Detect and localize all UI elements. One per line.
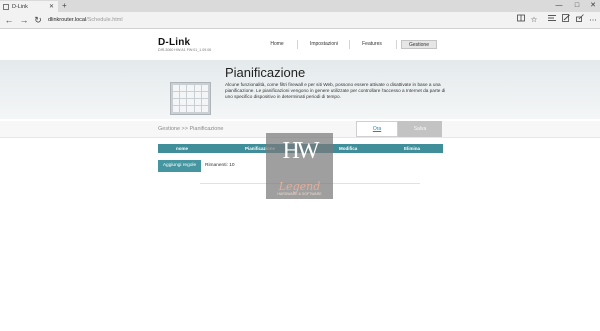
- dlink-logo: D-Link: [158, 37, 191, 48]
- nav-divider: [396, 40, 397, 49]
- browser-tab-bar: [0, 0, 600, 12]
- page-description: Alcune funzionalità, come filtri firewal…: [225, 82, 446, 99]
- tab-title: D-Link: [12, 3, 28, 10]
- salva-button[interactable]: Salva: [398, 121, 442, 137]
- nav-impostazioni[interactable]: Impostazioni: [304, 40, 344, 49]
- reading-view-icon[interactable]: [514, 12, 528, 28]
- page-icon: [3, 3, 9, 10]
- nav-divider: [297, 40, 298, 49]
- maximize-button[interactable]: □: [570, 0, 584, 12]
- refresh-button[interactable]: ↻: [31, 12, 45, 28]
- ora-button[interactable]: Ora: [356, 121, 398, 137]
- column-header-elimina: Elimina: [404, 146, 421, 151]
- close-window-button[interactable]: ✕: [586, 0, 600, 12]
- column-header-nome: nome: [176, 146, 189, 151]
- minimize-button[interactable]: —: [552, 0, 566, 12]
- watermark-hw-text: HW: [282, 138, 320, 164]
- note-icon[interactable]: [559, 12, 573, 28]
- column-header-modifica: Modifica: [339, 146, 358, 151]
- nav-gestione[interactable]: Gestione: [401, 40, 437, 49]
- back-button[interactable]: ←: [2, 12, 16, 28]
- add-rule-button[interactable]: Aggiungi regole: [158, 160, 201, 172]
- watermark-subtitle: HARDWARE & SOFTWARE: [277, 192, 322, 196]
- hub-icon[interactable]: [545, 12, 559, 28]
- url-path: /Schedule.html: [86, 17, 123, 23]
- router-header: [0, 29, 600, 61]
- breadcrumb: Gestione >> Pianificazione: [158, 126, 224, 132]
- address-bar[interactable]: dlinkrouter.local/Schedule.html: [48, 12, 123, 28]
- calendar-icon: [170, 82, 211, 115]
- browser-tab[interactable]: D-Link ✕: [0, 1, 58, 12]
- new-tab-button[interactable]: +: [62, 1, 67, 11]
- remaining-count: Rimanenti: 10: [205, 163, 235, 168]
- forward-button[interactable]: →: [17, 12, 31, 28]
- favorite-star-icon[interactable]: ☆: [527, 12, 541, 28]
- nav-features[interactable]: Features: [356, 40, 388, 49]
- tab-close-icon[interactable]: ✕: [49, 3, 54, 10]
- url-host: dlinkrouter.local: [48, 17, 87, 23]
- nav-home[interactable]: Home: [262, 40, 292, 49]
- nav-divider: [349, 40, 350, 49]
- page-title: Pianificazione: [225, 65, 306, 80]
- more-icon[interactable]: ⋯: [586, 12, 600, 28]
- share-icon[interactable]: [573, 12, 587, 28]
- model-info: DIR-3060 HW:A1 FW:01_1.09.06: [158, 48, 212, 52]
